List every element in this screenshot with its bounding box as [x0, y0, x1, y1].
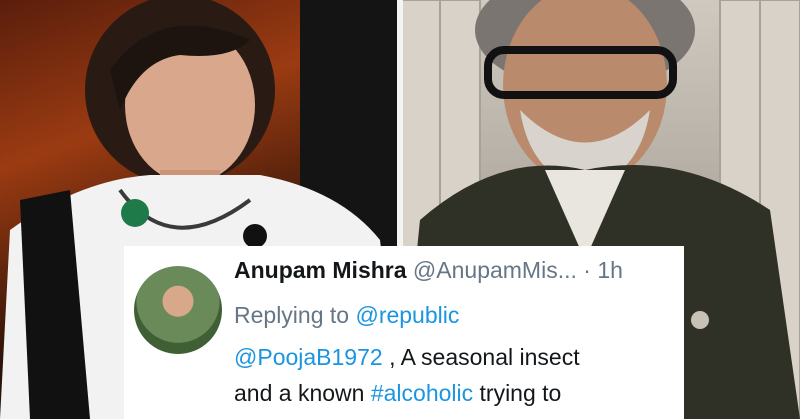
tweet-text-line-2: and a known #alcoholic trying to	[234, 380, 561, 407]
user-handle[interactable]: @AnupamMis...	[413, 257, 577, 283]
reply-to-link[interactable]: @republic	[355, 302, 459, 328]
tweet-text-line-1: @PoojaB1972 , A seasonal insect	[234, 344, 580, 371]
tweet-time[interactable]: 1h	[597, 257, 623, 283]
tweet-text: , A seasonal insect	[382, 344, 580, 370]
tweet-text: and a known	[234, 380, 371, 406]
avatar[interactable]	[134, 266, 222, 354]
hashtag-link[interactable]: #alcoholic	[371, 380, 473, 406]
reply-prefix: Replying to	[234, 302, 350, 328]
user-name[interactable]: Anupam Mishra	[234, 257, 407, 283]
mention-link[interactable]: @PoojaB1972	[234, 344, 383, 370]
tweet-header: Anupam Mishra @AnupamMis... · 1h	[234, 257, 623, 284]
reply-context: Replying to @republic	[234, 302, 459, 329]
tweet-card: Anupam Mishra @AnupamMis... · 1h Replyin…	[124, 246, 684, 419]
separator-dot: ·	[583, 257, 591, 283]
tweet-text: trying to	[473, 380, 562, 406]
